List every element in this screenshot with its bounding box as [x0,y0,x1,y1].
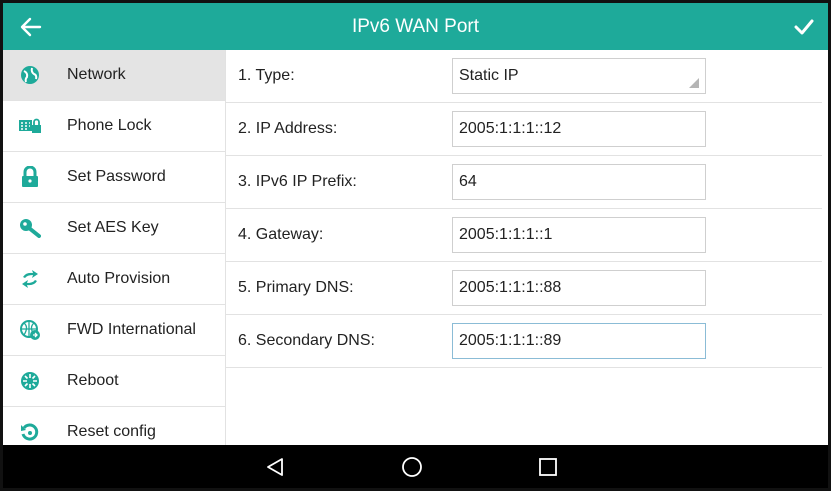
form-row-ip-address: 2. IP Address: 2005:1:1:1::12 [226,103,822,156]
form-row-primary-dns: 5. Primary DNS: 2005:1:1:1::88 [226,262,822,315]
form-row-gateway: 4. Gateway: 2005:1:1:1::1 [226,209,822,262]
title-bar: IPv6 WAN Port [3,3,828,50]
ipv6-prefix-input[interactable]: 64 [452,164,706,200]
sidebar-item-label: Reset config [67,423,156,440]
settings-sidebar: Network Phone Lock Set Password Set AES … [3,50,226,451]
globe-icon [19,64,41,86]
sidebar-item-label: Network [67,66,126,83]
ipv6-settings-form: 1. Type: Static IP 2. IP Address: 2005:1… [226,50,828,451]
reset-icon [19,421,41,443]
keypad-lock-icon [19,115,41,137]
sidebar-item-label: Set AES Key [67,219,159,236]
gateway-label: 4. Gateway: [238,226,324,243]
save-button[interactable] [784,3,824,50]
type-label: 1. Type: [238,67,295,84]
sidebar-item-fwd-international[interactable]: FWD International [3,305,225,356]
key-icon [19,217,41,239]
sidebar-item-set-aes-key[interactable]: Set AES Key [3,203,225,254]
sidebar-item-label: Set Password [67,168,166,185]
ip-address-label: 2. IP Address: [238,120,338,137]
form-row-secondary-dns: 6. Secondary DNS: 2005:1:1:1::89 [226,315,822,368]
page-title: IPv6 WAN Port [351,16,480,37]
sidebar-item-set-password[interactable]: Set Password [3,152,225,203]
sidebar-item-network[interactable]: Network [3,50,225,101]
type-value: Static IP [459,67,519,84]
sync-arrows-icon [19,268,41,290]
circle-home-icon [402,456,422,477]
sidebar-item-label: Reboot [67,372,119,389]
nav-recent-button[interactable] [528,445,568,488]
sidebar-item-label: Auto Provision [67,270,171,287]
form-row-ipv6-prefix: 3. IPv6 IP Prefix: 64 [226,156,822,209]
sidebar-item-label: Phone Lock [67,117,152,134]
primary-dns-input[interactable]: 2005:1:1:1::88 [452,270,706,306]
primary-dns-label: 5. Primary DNS: [238,279,354,296]
padlock-icon [19,166,41,188]
secondary-dns-label: 6. Secondary DNS: [238,332,375,349]
secondary-dns-input[interactable]: 2005:1:1:1::89 [452,323,706,359]
checkmark-icon [794,19,814,34]
dropdown-corner-icon [689,78,699,88]
type-select[interactable]: Static IP [452,58,706,94]
sidebar-item-phone-lock[interactable]: Phone Lock [3,101,225,152]
triangle-back-icon [267,457,283,476]
form-row-type: 1. Type: Static IP [226,50,822,103]
nav-back-button[interactable] [255,445,295,488]
system-nav-bar [3,445,828,488]
ipv6-prefix-label: 3. IPv6 IP Prefix: [238,173,357,190]
nav-home-button[interactable] [392,445,432,488]
sidebar-item-label: FWD International [67,321,196,338]
ip-address-input[interactable]: 2005:1:1:1::12 [452,111,706,147]
square-recent-icon [539,457,557,476]
sidebar-item-reboot[interactable]: Reboot [3,356,225,407]
sidebar-item-auto-provision[interactable]: Auto Provision [3,254,225,305]
reboot-icon [19,370,41,392]
gateway-input[interactable]: 2005:1:1:1::1 [452,217,706,253]
phone-screen: IPv6 WAN Port Network Phone Lock Set Pas… [0,0,831,491]
international-globe-icon [19,319,41,341]
